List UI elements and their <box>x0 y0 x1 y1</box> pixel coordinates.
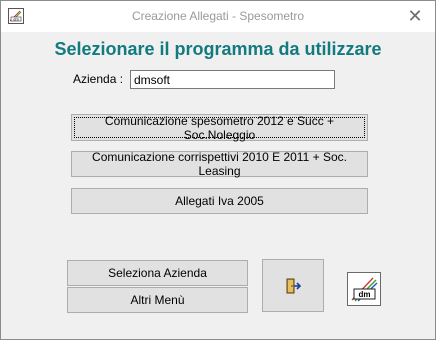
title-bar: dm Creazione Allegati - Spesometro ✕ <box>1 1 435 32</box>
exit-door-icon <box>286 278 302 293</box>
dms-logo-icon: dm <box>350 275 378 303</box>
seleziona-azienda-button[interactable]: Seleziona Azienda <box>67 260 248 286</box>
altri-menu-button[interactable]: Altri Menù <box>67 287 248 313</box>
corrispettivi-button[interactable]: Comunicazione corrispettivi 2010 E 2011 … <box>71 150 368 178</box>
allegati-iva-button[interactable]: Allegati Iva 2005 <box>71 188 368 214</box>
azienda-label: Azienda : <box>73 72 124 86</box>
azienda-field[interactable] <box>130 70 335 89</box>
dialog-window: dm Creazione Allegati - Spesometro ✕ Sel… <box>0 0 436 340</box>
exit-button[interactable] <box>262 259 324 312</box>
window-title: Creazione Allegati - Spesometro <box>131 9 305 23</box>
spesometro-button[interactable]: Comunicazione spesometro 2012 e Succ + S… <box>71 114 368 142</box>
close-icon[interactable]: ✕ <box>405 5 425 27</box>
dms-logo-button[interactable]: dm <box>347 272 381 306</box>
svg-text:dm: dm <box>359 290 371 299</box>
page-heading: Selezionare il programma da utilizzare <box>54 39 382 59</box>
